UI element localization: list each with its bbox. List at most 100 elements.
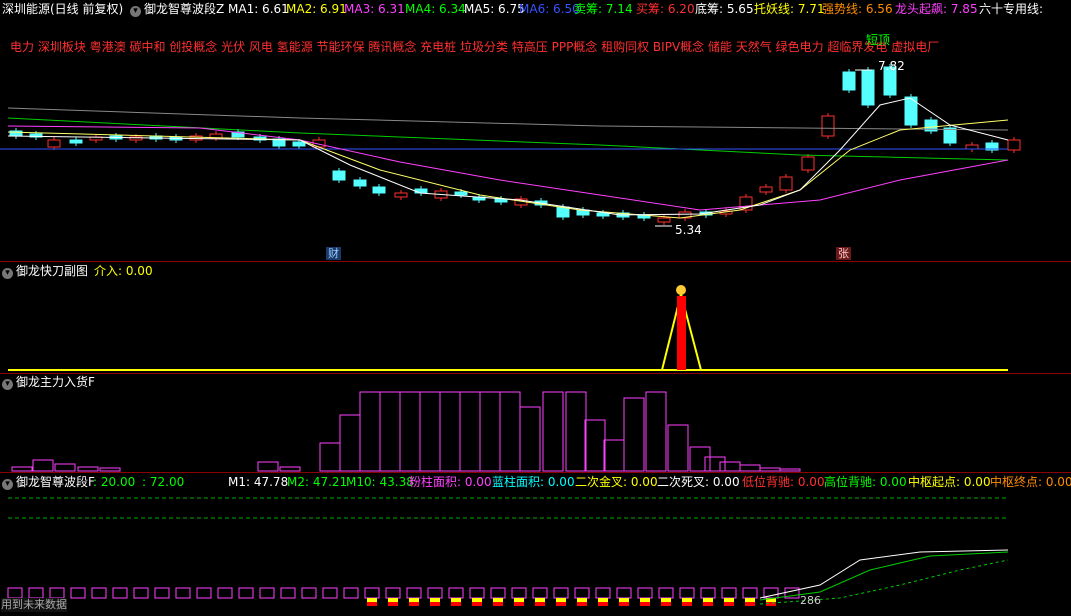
inflow-bar xyxy=(359,391,381,472)
wave-box xyxy=(469,587,485,599)
inflow-bar xyxy=(689,446,711,472)
panel4-value: : 72.00 xyxy=(142,475,185,489)
wave-box xyxy=(280,587,296,599)
panel2-values: 介入: 0.00 xyxy=(94,264,153,278)
wave-fill-red xyxy=(451,602,461,606)
wave-box xyxy=(322,587,338,599)
panel4-value: 中枢起点: 0.00 xyxy=(908,475,991,489)
wave-fill-yellow xyxy=(430,598,440,602)
inflow-bar xyxy=(399,391,421,472)
chart-canvas xyxy=(0,64,1021,606)
panel4-value: 二次金叉: 0.00 xyxy=(575,475,658,489)
inflow-bar xyxy=(542,391,564,472)
chevron-down-icon: ▾ xyxy=(2,268,13,279)
inflow-bar xyxy=(54,463,76,472)
wave-fill-red xyxy=(472,602,482,606)
wave-box xyxy=(259,587,275,599)
wave-fill-red xyxy=(409,602,419,606)
wave-box xyxy=(196,587,212,599)
inflow-bar xyxy=(584,419,606,472)
panel2-value: 介入: 0.00 xyxy=(94,264,153,278)
wave-box xyxy=(679,587,695,599)
panel2-chart xyxy=(8,285,1008,371)
wave-fill-yellow xyxy=(682,598,692,602)
wave-box xyxy=(427,587,443,599)
candle-body xyxy=(965,144,979,150)
panel4-value: 高位背驰: 0.00 xyxy=(824,475,907,489)
wave-box xyxy=(700,587,716,599)
candle-body xyxy=(759,186,773,193)
inflow-bar xyxy=(645,391,667,472)
wave-box xyxy=(553,587,569,599)
wave-fill-red xyxy=(724,602,734,606)
candle-body xyxy=(842,71,856,91)
wave-fill-yellow xyxy=(451,598,461,602)
wave-fill-yellow xyxy=(514,598,524,602)
inflow-bar xyxy=(719,461,741,472)
wave-fill-red xyxy=(388,602,398,606)
panel4-value: M2: 47.21 xyxy=(287,475,348,489)
inflow-bar xyxy=(319,442,341,472)
wave-box xyxy=(301,587,317,599)
inflow-bar xyxy=(519,406,541,472)
panel3-title: 御龙主力入货F xyxy=(16,375,95,389)
short-top-tag: 短顶 xyxy=(866,33,891,47)
panel4-value: 低位背驰: 0.00 xyxy=(742,475,825,489)
inflow-bar xyxy=(419,391,441,472)
wave-box xyxy=(595,587,611,599)
marker-zhang[interactable]: 张 xyxy=(836,247,851,260)
inflow-bar xyxy=(603,439,625,472)
wave-fill-yellow xyxy=(577,598,587,602)
wave-fill-red xyxy=(640,602,650,606)
wave-fill-yellow xyxy=(493,598,503,602)
candle-body xyxy=(821,115,835,137)
candle-body xyxy=(1007,139,1021,151)
wave-box xyxy=(448,587,464,599)
wave-fill-red xyxy=(493,602,503,606)
candle-body xyxy=(69,139,83,144)
wave-fill-red xyxy=(430,602,440,606)
wave-fill-yellow xyxy=(661,598,671,602)
ma-line-grey xyxy=(7,107,1009,131)
wave-box xyxy=(133,587,149,599)
candle-body xyxy=(779,176,793,191)
wave-fill-yellow xyxy=(388,598,398,602)
panel4-value: 中枢终点: 0.00 xyxy=(990,475,1071,489)
wave-box xyxy=(49,587,65,599)
candle-body xyxy=(861,69,875,106)
panel4-value-286: 286 xyxy=(800,594,821,607)
future-data-warning: 用到未来数据 xyxy=(1,598,67,612)
inflow-bar xyxy=(339,414,361,472)
candle-body xyxy=(394,192,408,198)
wave-box xyxy=(385,587,401,599)
candle-body xyxy=(454,191,468,196)
wave-fill-red xyxy=(367,602,377,606)
wave-fill-red xyxy=(556,602,566,606)
wave-fill-yellow xyxy=(724,598,734,602)
marker-cai[interactable]: 财 xyxy=(326,247,341,260)
panel4-value: 蓝柱面积: 0.00 xyxy=(492,475,575,489)
inflow-bar xyxy=(623,397,645,472)
wave-box xyxy=(616,587,632,599)
wave-box xyxy=(28,587,44,599)
panel4-selector[interactable]: ▾ 御龙智尊波段F xyxy=(2,475,95,490)
candle-body xyxy=(47,139,61,148)
panel2-selector[interactable]: ▾ 御龙快刀副图 xyxy=(2,264,88,279)
inflow-bar xyxy=(704,456,726,472)
wave-box xyxy=(154,587,170,599)
panel4-value: M1: 47.78 xyxy=(228,475,289,489)
panel4-title: 御龙智尊波段F xyxy=(16,475,95,489)
wave-box xyxy=(217,587,233,599)
wave-box xyxy=(742,587,758,599)
wave-fill-yellow xyxy=(409,598,419,602)
entry-bar xyxy=(677,296,686,370)
wave-box xyxy=(721,587,737,599)
panel3-selector[interactable]: ▾ 御龙主力入货F xyxy=(2,375,95,390)
panel4-value: : 20.00 xyxy=(93,475,136,489)
wave-box xyxy=(364,587,380,599)
wave-fill-yellow xyxy=(703,598,713,602)
wave-fill-yellow xyxy=(367,598,377,602)
wave-box xyxy=(343,587,359,599)
wave-fill-red xyxy=(703,602,713,606)
wave-fill-red xyxy=(745,602,755,606)
